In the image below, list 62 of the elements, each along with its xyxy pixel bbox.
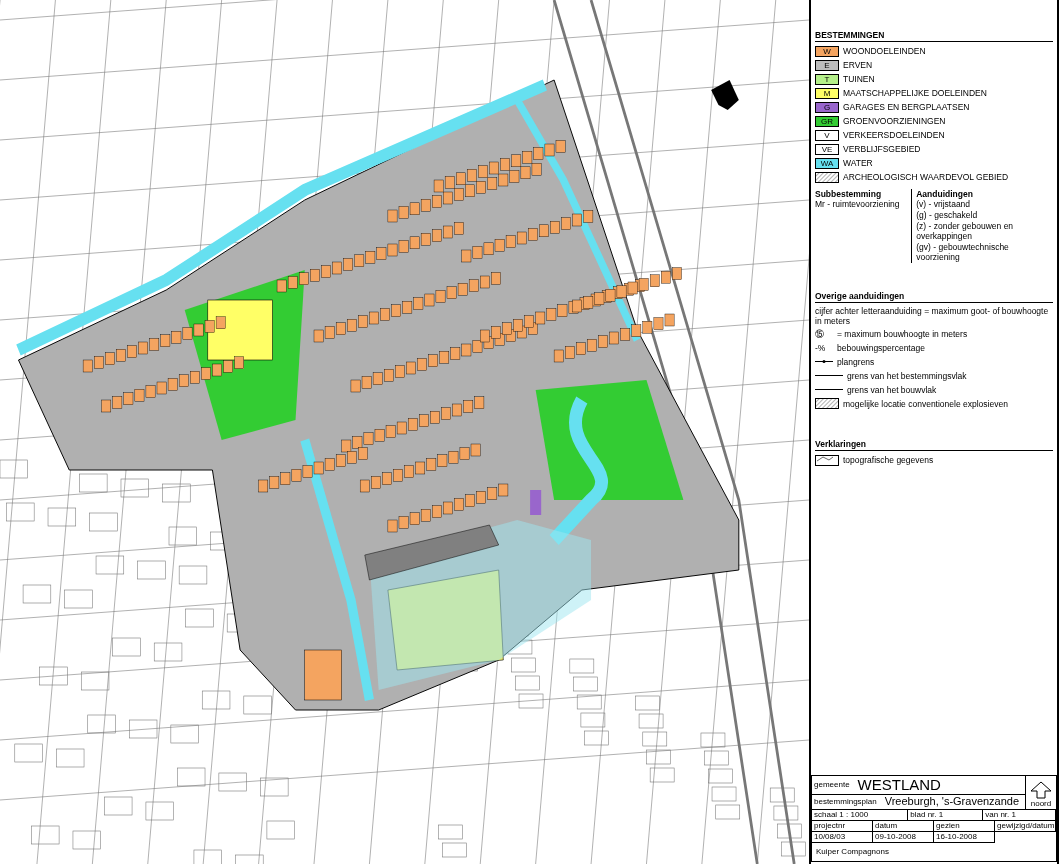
info-cell: schaal 1 : 1000 bbox=[812, 810, 909, 821]
hatch-swatch-icon bbox=[815, 172, 839, 184]
symbol-label: ⑮ bbox=[815, 328, 825, 340]
table-header: gezien bbox=[934, 821, 995, 832]
section-heading: Verklaringen bbox=[815, 438, 1053, 451]
legend-label: cijfer achter letteraanduiding = maximum goot- of bouwhoogte in meters bbox=[815, 305, 1050, 327]
company-logo: Kuiper Compagnons bbox=[816, 847, 889, 857]
legend-label: GROENVOORZIENINGEN bbox=[843, 116, 946, 127]
column-heading: Subbestemming bbox=[815, 188, 883, 200]
legend-label: grens van het bouwvlak bbox=[847, 384, 937, 396]
table-cell: 09-10-2008 bbox=[873, 832, 934, 843]
table-header: gewijzigd/datum bbox=[995, 821, 1056, 832]
legend-note: Mr - ruimtevoorziening bbox=[815, 199, 901, 210]
legend-label: WATER bbox=[843, 158, 873, 169]
legend-swatch: E bbox=[815, 60, 839, 72]
legend-swatch: W bbox=[815, 46, 839, 58]
legend-swatch: G bbox=[815, 102, 839, 114]
legend-label: ARCHEOLOGISCH WAARDEVOL GEBIED bbox=[843, 172, 1009, 183]
north-arrow-icon bbox=[1030, 781, 1052, 799]
section-heading: Overige aanduidingen bbox=[815, 291, 1053, 303]
legend-label: ERVEN bbox=[843, 60, 873, 71]
topography-icon bbox=[815, 455, 839, 466]
legend-label: WOONDOELEINDEN bbox=[843, 46, 926, 57]
boundary-line-icon bbox=[815, 359, 833, 365]
legend-label: topografische gegevens bbox=[843, 455, 934, 466]
info-cell: van nr. 1 bbox=[983, 810, 1056, 821]
table-cell: 16-10-2008 bbox=[934, 832, 995, 843]
legend-swatch: WA bbox=[815, 158, 839, 170]
column-heading: Aanduidingen bbox=[916, 188, 974, 200]
info-cell: blad nr. 1 bbox=[908, 810, 984, 821]
legend-swatch: T bbox=[815, 74, 839, 86]
field-label: bestemmingsplan bbox=[814, 797, 877, 808]
legend-note: (v) - vrijstaand bbox=[916, 199, 972, 210]
legend-label: TUINEN bbox=[843, 74, 875, 85]
legend-swatch: V bbox=[815, 130, 839, 142]
symbol-label: -% bbox=[815, 342, 827, 354]
legend-label: VERBLIJFSGEBIED bbox=[843, 144, 921, 155]
legend-swatch: GR bbox=[815, 116, 839, 128]
legend-label: bebouwingspercentage bbox=[837, 342, 925, 354]
municipality-name: WESTLAND bbox=[857, 775, 941, 795]
legend-label: plangrens bbox=[837, 356, 875, 368]
legend-swatch: M bbox=[815, 88, 839, 100]
legend-note: (g) - geschakeld bbox=[916, 209, 979, 221]
legend-swatch: VE bbox=[815, 144, 839, 156]
table-header: projectnr bbox=[812, 821, 873, 832]
legend-label: = maximum bouwhoogte in meters bbox=[837, 328, 968, 340]
legend-label: grens van het bestemmingsvlak bbox=[847, 370, 967, 382]
legend-heading: BESTEMMINGEN bbox=[815, 30, 1053, 42]
line-icon bbox=[815, 375, 843, 377]
legend-note: (z) - zonder gebouwen en overkappingen bbox=[916, 220, 1015, 242]
hatch-swatch-icon bbox=[815, 398, 839, 410]
legend-label: VERKEERSDOELEINDEN bbox=[843, 130, 945, 141]
table-header: datum bbox=[873, 821, 934, 832]
field-label: gemeente bbox=[814, 779, 850, 790]
legend-label: mogelijke locatie conventionele explosieven bbox=[843, 398, 1008, 410]
legend-label: GARAGES EN BERGPLAATSEN bbox=[843, 102, 970, 113]
legend-label: MAATSCHAPPELIJKE DOELEINDEN bbox=[843, 88, 987, 99]
line-icon bbox=[815, 389, 843, 391]
table-cell: 10/08/03 bbox=[812, 832, 873, 843]
legend-note: (gv) - gebouwtechnische voorziening bbox=[916, 241, 1010, 263]
north-label: noord bbox=[1030, 799, 1052, 809]
plan-name: Vreeburgh, 's-Gravenzande bbox=[884, 795, 1020, 809]
